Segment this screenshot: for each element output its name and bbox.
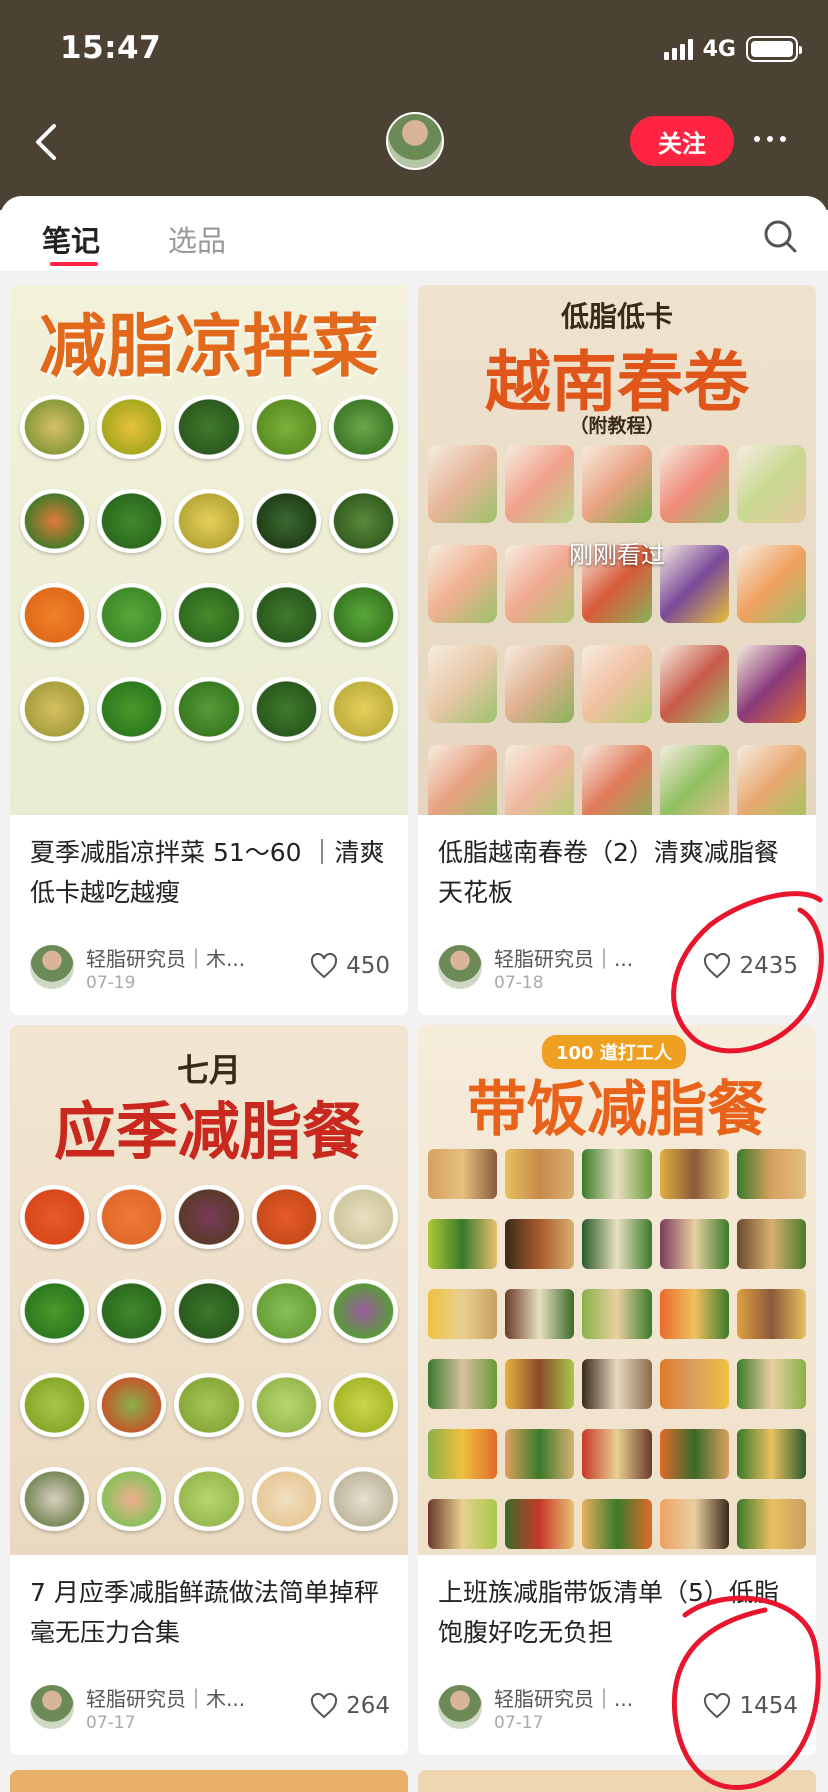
food-grid	[428, 445, 806, 815]
tab-bar: 笔记 选品	[0, 196, 828, 272]
post-date: 07-17	[86, 1713, 136, 1733]
heart-icon	[704, 1693, 731, 1719]
search-icon[interactable]	[762, 218, 798, 254]
post-date: 07-19	[86, 973, 136, 993]
note-title: 低脂越南春卷（2）清爽减脂餐天花板	[438, 838, 779, 907]
next-card-peek	[10, 1770, 408, 1792]
profile-header: 15:47 4G 关注	[0, 0, 828, 210]
tab-notes[interactable]: 笔记	[42, 218, 101, 266]
note-cover-image: 100 道打工人 带饭减脂餐	[418, 1025, 816, 1555]
note-title: 上班族减脂带饭清单（5）低脂饱腹好吃无负担	[438, 1578, 779, 1647]
note-cover-image: 七月 应季减脂餐	[10, 1025, 408, 1555]
battery-icon	[746, 36, 802, 62]
status-icons: 4G	[663, 36, 802, 62]
heart-icon	[704, 953, 731, 979]
more-icon[interactable]	[754, 136, 786, 142]
author-avatar[interactable]	[438, 1685, 482, 1729]
tab-notes-label: 笔记	[42, 224, 101, 258]
like-count: 1454	[739, 1693, 798, 1719]
note-cover-image: 减脂凉拌菜	[10, 285, 408, 815]
like-button[interactable]: 264	[310, 1693, 390, 1719]
post-date: 07-18	[494, 973, 544, 993]
author-name[interactable]: 轻脂研究员｜...	[494, 943, 633, 972]
author-name[interactable]: 轻脂研究员｜...	[494, 1683, 633, 1712]
follow-button[interactable]: 关注	[630, 116, 734, 166]
tab-indicator	[50, 262, 98, 266]
like-button[interactable]: 1454	[703, 1693, 798, 1719]
note-card[interactable]: 七月 应季减脂餐 7 月应季减脂鲜蔬做法简单掉秤毫无压力合集 轻脂研究员｜木..…	[10, 1025, 408, 1755]
cover-title: 应季减脂餐	[53, 1095, 364, 1168]
heart-icon	[311, 953, 338, 979]
like-button[interactable]: 450	[310, 953, 390, 979]
food-grid	[428, 1149, 806, 1549]
tab-picks[interactable]: 选品	[168, 218, 226, 260]
note-title: 7 月应季减脂鲜蔬做法简单掉秤毫无压力合集	[30, 1578, 379, 1647]
author-avatar[interactable]	[438, 945, 482, 989]
food-grid	[20, 1185, 398, 1531]
heart-icon	[311, 1693, 338, 1719]
note-card[interactable]: 低脂低卡 越南春卷 （附教程） 刚刚看过 低脂越南春卷（2）清爽减脂餐天花板 轻…	[418, 285, 816, 1015]
note-title: 夏季减脂凉拌菜 51～60 ｜清爽低卡越吃越瘦	[30, 838, 385, 907]
next-card-peek	[418, 1770, 816, 1792]
cover-title: 减脂凉拌菜	[38, 307, 379, 387]
cover-title: 带饭减脂餐	[467, 1075, 767, 1145]
recently-viewed-label: 刚刚看过	[569, 541, 665, 569]
post-date: 07-17	[494, 1713, 544, 1733]
author-avatar[interactable]	[30, 945, 74, 989]
note-card[interactable]: 减脂凉拌菜 夏季减脂凉拌菜 51～60 ｜清爽低卡越吃越瘦 轻脂研究员｜木...…	[10, 285, 408, 1015]
status-time: 15:47	[60, 30, 162, 66]
note-cover-image: 低脂低卡 越南春卷 （附教程） 刚刚看过	[418, 285, 816, 815]
signal-icon	[663, 38, 693, 60]
cover-note: （附教程）	[569, 415, 665, 437]
author-name[interactable]: 轻脂研究员｜木...	[86, 1683, 245, 1712]
network-type: 4G	[702, 36, 736, 62]
author-name[interactable]: 轻脂研究员｜木...	[86, 943, 245, 972]
like-button[interactable]: 2435	[703, 953, 798, 979]
like-count: 2435	[739, 953, 798, 979]
back-arrow-icon[interactable]	[32, 122, 62, 162]
note-card[interactable]: 100 道打工人 带饭减脂餐 上班族减脂带饭清单（5）低脂饱腹好吃无负担 轻脂研…	[418, 1025, 816, 1755]
food-grid	[20, 395, 398, 741]
author-avatar[interactable]	[30, 1685, 74, 1729]
like-count: 264	[346, 1693, 390, 1719]
avatar[interactable]	[386, 112, 444, 170]
like-count: 450	[346, 953, 390, 979]
